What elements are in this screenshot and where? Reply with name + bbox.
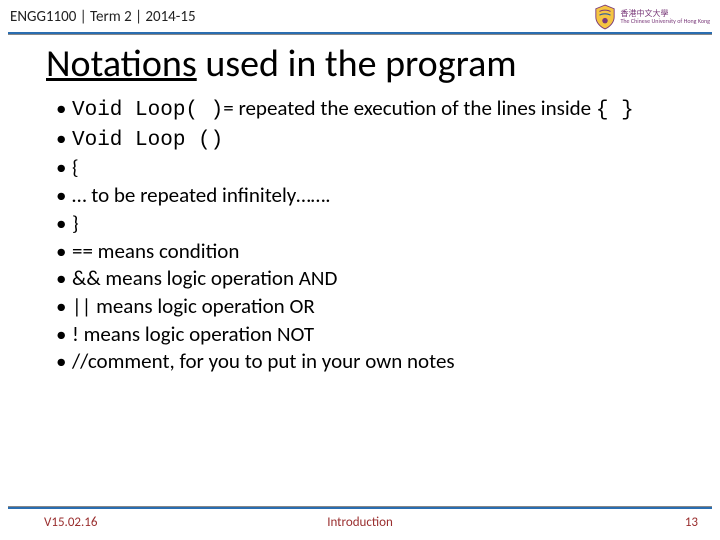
text-span: = repeated the execution of the lines in… xyxy=(223,95,591,121)
slide-header: ENGG1100 | Term 2 | 2014-15 香港中文大學 The C… xyxy=(0,0,720,32)
text-span: && means logic operation AND xyxy=(72,265,337,291)
bullet-item: Void Loop( )= repeated the execution of … xyxy=(56,95,676,125)
text-span: || means logic operation OR xyxy=(72,293,315,319)
code-span: { } xyxy=(596,99,634,122)
code-span: Void Loop( ) xyxy=(72,99,223,122)
code-span: Void Loop () xyxy=(72,129,223,152)
text-span: == means condition xyxy=(72,238,239,264)
text-span: ! means logic operation NOT xyxy=(72,321,314,347)
slide-content: Void Loop( )= repeated the execution of … xyxy=(0,93,720,506)
shield-icon xyxy=(594,4,616,30)
footer-center: Introduction xyxy=(327,515,393,530)
logo-text: 香港中文大學 The Chinese University of Hong Ko… xyxy=(620,10,710,24)
university-logo: 香港中文大學 The Chinese University of Hong Ko… xyxy=(594,4,710,30)
bullet-item: == means condition xyxy=(56,238,676,266)
bullet-item: ! means logic operation NOT xyxy=(56,321,676,349)
text-span: … to be repeated infinitely……. xyxy=(72,182,331,208)
text-span: { xyxy=(72,154,79,180)
bullet-item: Void Loop () xyxy=(56,125,676,155)
text-span: } xyxy=(72,210,79,236)
bullet-item: || means logic operation OR xyxy=(56,293,676,321)
bullet-item: { xyxy=(56,154,676,182)
title-underlined: Notations xyxy=(46,41,197,87)
slide-footer: V15.02.16 Introduction 13 xyxy=(0,509,720,540)
text-span: //comment, for you to put in your own no… xyxy=(72,348,455,374)
bullet-item: … to be repeated infinitely……. xyxy=(56,182,676,210)
bullet-item: //comment, for you to put in your own no… xyxy=(56,348,676,376)
logo-en: The Chinese University of Hong Kong xyxy=(620,18,710,24)
slide: ENGG1100 | Term 2 | 2014-15 香港中文大學 The C… xyxy=(0,0,720,540)
bullet-item: } xyxy=(56,210,676,238)
slide-title: Notations used in the program xyxy=(0,35,720,93)
footer-version: V15.02.16 xyxy=(44,515,97,530)
bullet-item: && means logic operation AND xyxy=(56,265,676,293)
course-code: ENGG1100 | Term 2 | 2014-15 xyxy=(10,8,196,26)
title-rest: used in the program xyxy=(197,41,517,87)
footer-page: 13 xyxy=(685,515,698,530)
